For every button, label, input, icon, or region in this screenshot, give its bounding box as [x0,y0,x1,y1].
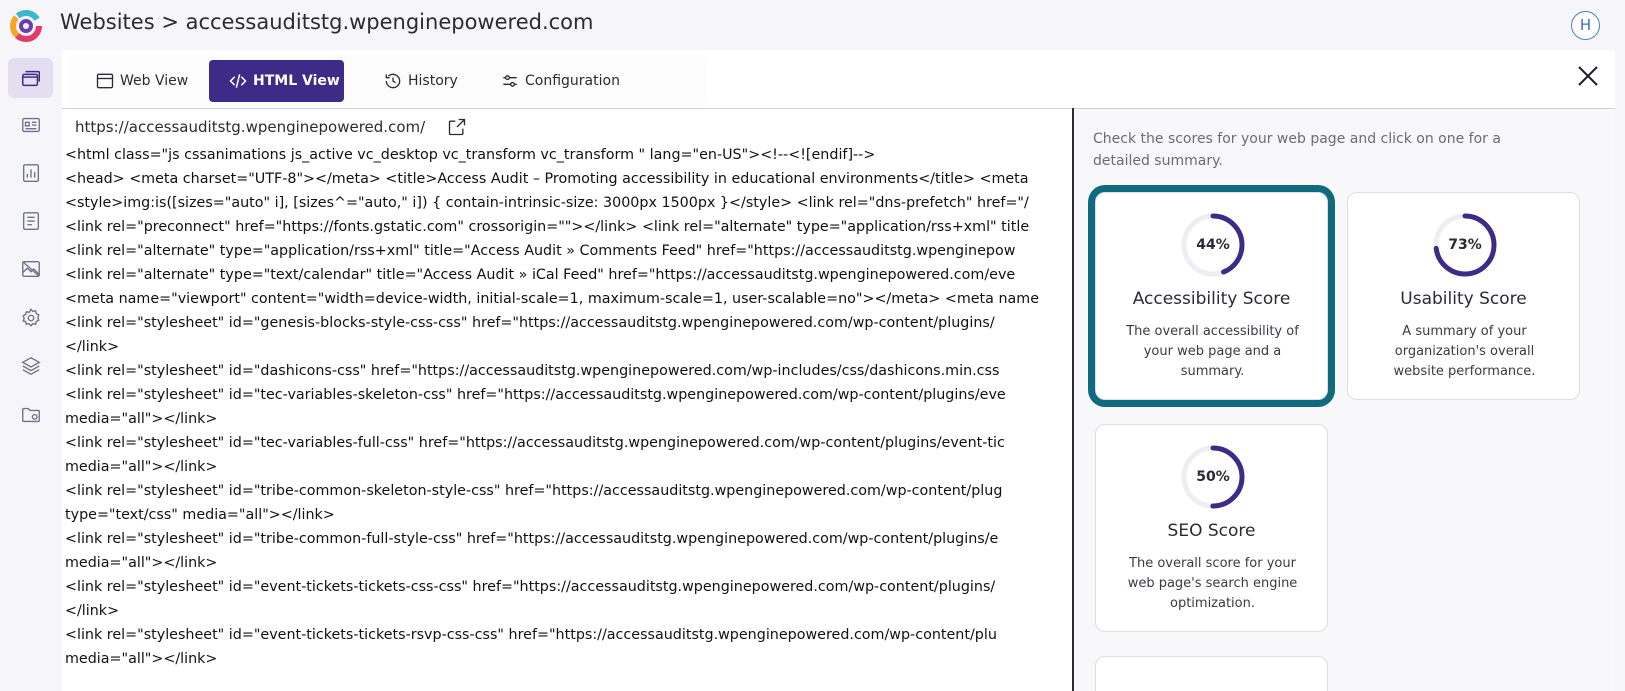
score-description: A summary of your organization's overall… [1393,324,1536,379]
score-card-usability[interactable]: 73% Usability Score A summary of your or… [1347,192,1580,400]
top-bar: Websites > accessauditstg.wpenginepowere… [0,0,1625,50]
gear-icon [21,308,40,327]
score-card-seo[interactable]: 50% SEO Score The overall score for your… [1095,424,1328,632]
source-line: <html class="js cssanimations js_active … [65,147,876,163]
image-off-icon [21,260,40,278]
source-line: <head> <meta charset="UTF-8"></meta> <ti… [65,171,1029,187]
pane-divider[interactable] [1072,108,1074,691]
tab-configuration[interactable]: Configuration [500,60,620,102]
score-title: Usability Score [1400,289,1527,309]
side-nav [0,50,60,691]
score-description: The overall score for your web page's se… [1127,556,1298,611]
html-source-view[interactable]: <html class="js cssanimations js_active … [65,143,1065,691]
score-percent: 44% [1196,237,1230,253]
score-percent: 50% [1196,469,1230,485]
source-line: <link rel="stylesheet" id="event-tickets… [65,579,996,595]
tab-html-view[interactable]: HTML View [209,60,344,102]
browser-window-icon [96,73,114,89]
folder-settings-icon [21,407,40,423]
sidebar-item-layers[interactable] [8,346,53,386]
source-line: <link rel="stylesheet" id="genesis-block… [65,315,995,331]
source-line: <link rel="stylesheet" id="dashicons-css… [65,363,1000,379]
source-line: media="all"></link> [65,555,218,571]
source-line: <link rel="alternate" type="application/… [65,243,1016,259]
source-line: <meta name="viewport" content="width=dev… [65,291,1040,307]
history-icon [385,73,401,89]
source-line: </link> [65,339,120,355]
dashboard-card-icon [21,117,40,133]
score-card-accessibility[interactable]: 44% Accessibility Score The overall acce… [1095,192,1328,400]
scores-panel: Check the scores for your web page and c… [1075,109,1615,691]
sidebar-item-images[interactable] [8,249,53,289]
source-line: media="all"></link> [65,459,218,475]
source-line: <link rel="alternate" type="text/calenda… [65,267,1016,283]
windows-icon [21,70,40,87]
score-title: Accessibility Score [1132,289,1291,309]
sidebar-item-documents[interactable] [8,201,53,241]
layers-icon [20,356,41,376]
open-external-icon[interactable] [447,117,467,137]
source-line: type="text/css" media="all"></link> [65,507,335,523]
user-avatar[interactable]: H [1571,11,1600,40]
tab-label: History [408,73,458,89]
source-line: media="all"></link> [65,411,218,427]
source-line: <link rel="preconnect" href="https://fon… [65,219,1030,235]
sidebar-item-dashboard[interactable] [8,105,53,145]
score-title: SEO Score [1167,521,1256,541]
source-url: https://accessauditstg.wpenginepowered.c… [75,118,426,136]
source-line: <link rel="stylesheet" id="tribe-common-… [65,483,1003,499]
score-percent: 73% [1448,237,1482,253]
score-description: The overall accessibility of your web pa… [1126,324,1299,379]
source-line: <style>img:is([sizes="auto" i], [sizes^=… [65,195,1029,211]
close-icon[interactable] [1576,64,1600,88]
document-list-icon [22,212,39,230]
sidebar-item-reports[interactable] [8,153,53,193]
report-chart-icon [22,164,39,182]
score-card-next[interactable] [1095,656,1328,691]
scores-hint: Check the scores for your web page and c… [1093,131,1501,169]
source-line: media="all"></link> [65,651,218,667]
source-line: </link> [65,603,120,619]
source-line: <link rel="stylesheet" id="event-tickets… [65,627,997,643]
main-panel: Web View HTML View History Configuration… [62,50,1615,691]
code-icon [229,74,247,88]
view-tabs: Web View HTML View History Configuration [70,55,707,105]
sidebar-item-settings[interactable] [8,298,53,338]
source-line: <link rel="stylesheet" id="tribe-common-… [65,531,999,547]
page-title: Websites > accessauditstg.wpenginepowere… [60,10,594,34]
tab-label: Configuration [525,73,620,89]
tab-web-view[interactable]: Web View [95,60,190,102]
tab-history[interactable]: History [383,60,463,102]
tab-label: Web View [120,73,189,89]
tab-label: HTML View [253,73,340,89]
source-url-row: https://accessauditstg.wpenginepowered.c… [75,114,467,140]
sliders-icon [503,75,517,87]
sidebar-item-websites[interactable] [8,58,53,98]
source-line: <link rel="stylesheet" id="tec-variables… [65,387,1006,403]
sidebar-item-folder-settings[interactable] [8,395,53,435]
app-logo-icon[interactable] [8,9,44,43]
source-line: <link rel="stylesheet" id="tec-variables… [65,435,1005,451]
